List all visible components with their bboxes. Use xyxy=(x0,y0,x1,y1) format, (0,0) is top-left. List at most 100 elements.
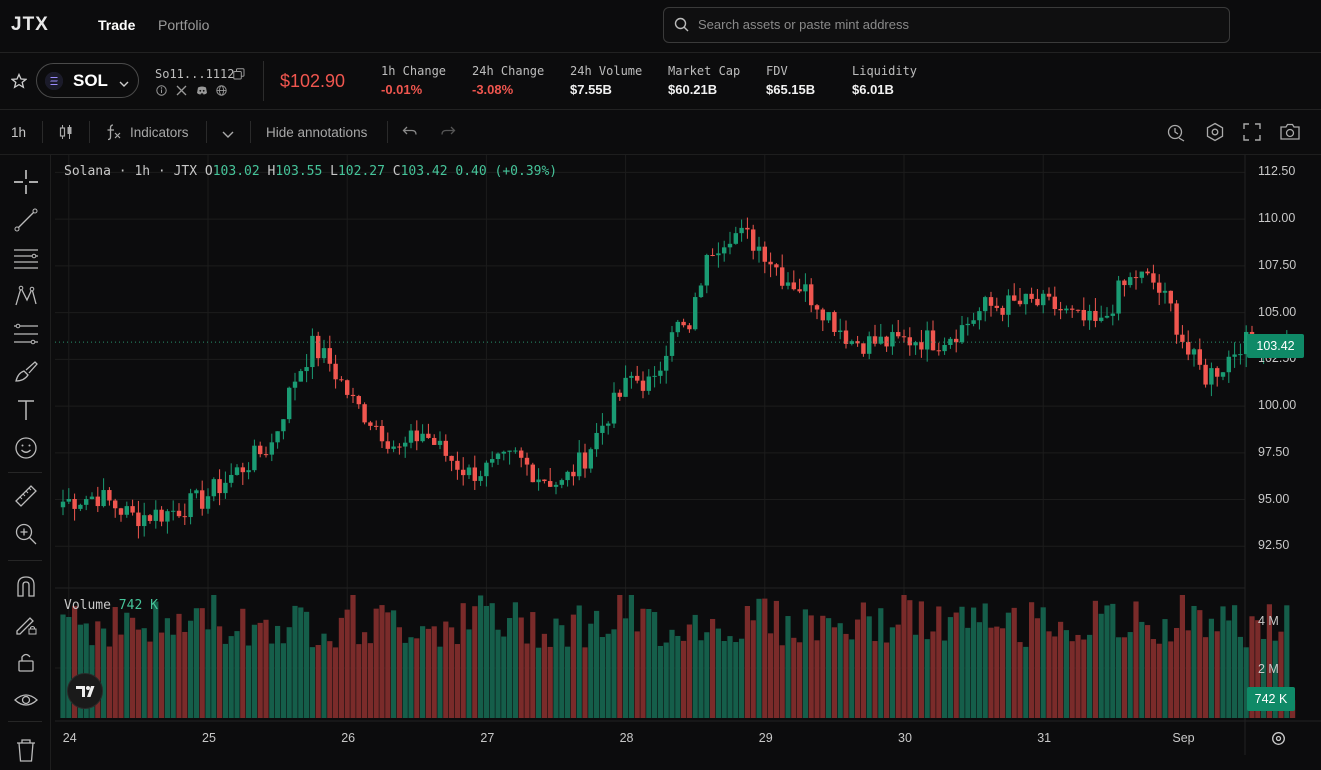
candle-body xyxy=(588,449,593,469)
stat-4: FDV $65.15B xyxy=(766,64,815,97)
copy-icon[interactable] xyxy=(233,68,245,83)
search-icon xyxy=(674,17,689,35)
text-tool-icon[interactable] xyxy=(13,397,39,423)
volume-bar xyxy=(188,620,194,718)
volume-bar xyxy=(576,605,582,718)
emoji-icon[interactable] xyxy=(13,435,39,461)
zoom-in-icon[interactable] xyxy=(13,521,39,547)
candle-body xyxy=(936,350,941,352)
favorite-star-icon[interactable] xyxy=(10,72,28,92)
candle-body xyxy=(263,454,269,456)
volume-bar xyxy=(652,612,658,718)
nav-portfolio-link[interactable]: Portfolio xyxy=(158,17,209,33)
candle-body xyxy=(1145,271,1150,274)
candle-body xyxy=(1070,308,1075,310)
volume-bar xyxy=(681,640,687,718)
candle-body xyxy=(1110,313,1115,316)
search-box[interactable] xyxy=(663,7,1230,43)
undo-icon[interactable] xyxy=(402,125,418,142)
volume-bar xyxy=(820,615,826,718)
trash-icon[interactable] xyxy=(13,737,39,763)
volume-bar xyxy=(710,618,716,718)
legend-open: 103.02 xyxy=(212,164,260,179)
candle-body xyxy=(675,321,680,333)
volume-bar xyxy=(536,647,542,718)
indicators-fx-icon[interactable] xyxy=(104,123,122,144)
candle-body xyxy=(785,282,791,286)
redo-icon[interactable] xyxy=(440,125,456,142)
candle-body xyxy=(704,254,709,286)
app-logo[interactable]: JTX xyxy=(11,14,49,36)
ruler-icon[interactable] xyxy=(13,483,39,509)
candle-body xyxy=(1006,295,1011,315)
x-twitter-icon[interactable] xyxy=(176,84,187,99)
volume-bar xyxy=(1127,632,1133,718)
search-input[interactable] xyxy=(696,16,1200,33)
candle-body xyxy=(414,430,419,442)
volume-bar xyxy=(483,605,489,718)
alert-clock-icon[interactable] xyxy=(1166,122,1186,145)
candle-body xyxy=(397,446,402,448)
lock-icon[interactable] xyxy=(13,649,39,675)
candle-body xyxy=(182,516,187,518)
stat-label: 24h Change xyxy=(472,64,545,78)
volume-bar xyxy=(124,612,130,718)
tradingview-logo-icon[interactable] xyxy=(67,673,103,709)
interval-selector[interactable]: 1h xyxy=(11,125,26,140)
brush-icon[interactable] xyxy=(13,359,39,385)
candle-body xyxy=(217,479,222,494)
indicators-button[interactable]: Indicators xyxy=(130,125,189,140)
token-selector[interactable]: SOL xyxy=(36,63,139,98)
volume-bar xyxy=(739,638,745,718)
screenshot-camera-icon[interactable] xyxy=(1279,122,1301,145)
pattern-tool-icon[interactable] xyxy=(13,283,39,309)
candle-body xyxy=(971,320,976,324)
volume-bar xyxy=(228,636,234,718)
info-icon[interactable] xyxy=(156,84,167,99)
horizontal-lines-icon[interactable] xyxy=(13,245,39,271)
candle-body xyxy=(745,227,750,230)
website-globe-icon[interactable] xyxy=(216,84,227,99)
candle-body xyxy=(536,479,541,483)
volume-bar xyxy=(1237,636,1243,718)
crosshair-icon[interactable] xyxy=(13,169,39,195)
volume-bar xyxy=(60,614,66,718)
eye-visibility-icon[interactable] xyxy=(13,687,39,713)
fib-retracement-icon[interactable] xyxy=(13,321,39,347)
chevron-down-icon[interactable] xyxy=(222,127,234,142)
candle-type-icon[interactable] xyxy=(58,124,74,143)
lock-drawing-icon[interactable] xyxy=(13,611,39,637)
candle-body xyxy=(629,375,634,378)
volume-bar xyxy=(280,643,286,718)
settings-hexagon-icon[interactable] xyxy=(1205,122,1225,145)
stat-label: Liquidity xyxy=(852,64,918,78)
toolbar-divider xyxy=(42,121,43,143)
volume-bar xyxy=(1116,637,1122,718)
candle-body xyxy=(913,342,918,346)
volume-bar xyxy=(837,623,843,718)
candle-body xyxy=(176,510,182,517)
hide-annotations-button[interactable]: Hide annotations xyxy=(266,125,367,140)
candle-body xyxy=(60,501,66,508)
volume-bar xyxy=(773,600,779,718)
candle-body xyxy=(1081,309,1086,321)
nav-trade-link[interactable]: Trade xyxy=(98,17,135,33)
volume-bar xyxy=(153,601,159,718)
price-chart[interactable] xyxy=(55,155,1321,755)
candle-body xyxy=(1197,349,1202,365)
volume-bar xyxy=(628,595,634,718)
volume-bar xyxy=(112,607,118,718)
volume-bar xyxy=(1005,612,1011,718)
volume-bar xyxy=(1081,639,1087,718)
trend-line-icon[interactable] xyxy=(13,207,39,233)
chart-settings-icon[interactable] xyxy=(1271,731,1286,749)
candle-body xyxy=(861,343,866,354)
magnet-icon[interactable] xyxy=(13,573,39,599)
candle-body xyxy=(756,246,762,251)
candle-body xyxy=(379,425,385,442)
fullscreen-icon[interactable] xyxy=(1243,123,1261,144)
candle-body xyxy=(530,464,535,483)
discord-icon[interactable] xyxy=(196,84,208,99)
time-tick-label: 28 xyxy=(619,731,634,745)
legend-high: 103.55 xyxy=(275,164,323,179)
